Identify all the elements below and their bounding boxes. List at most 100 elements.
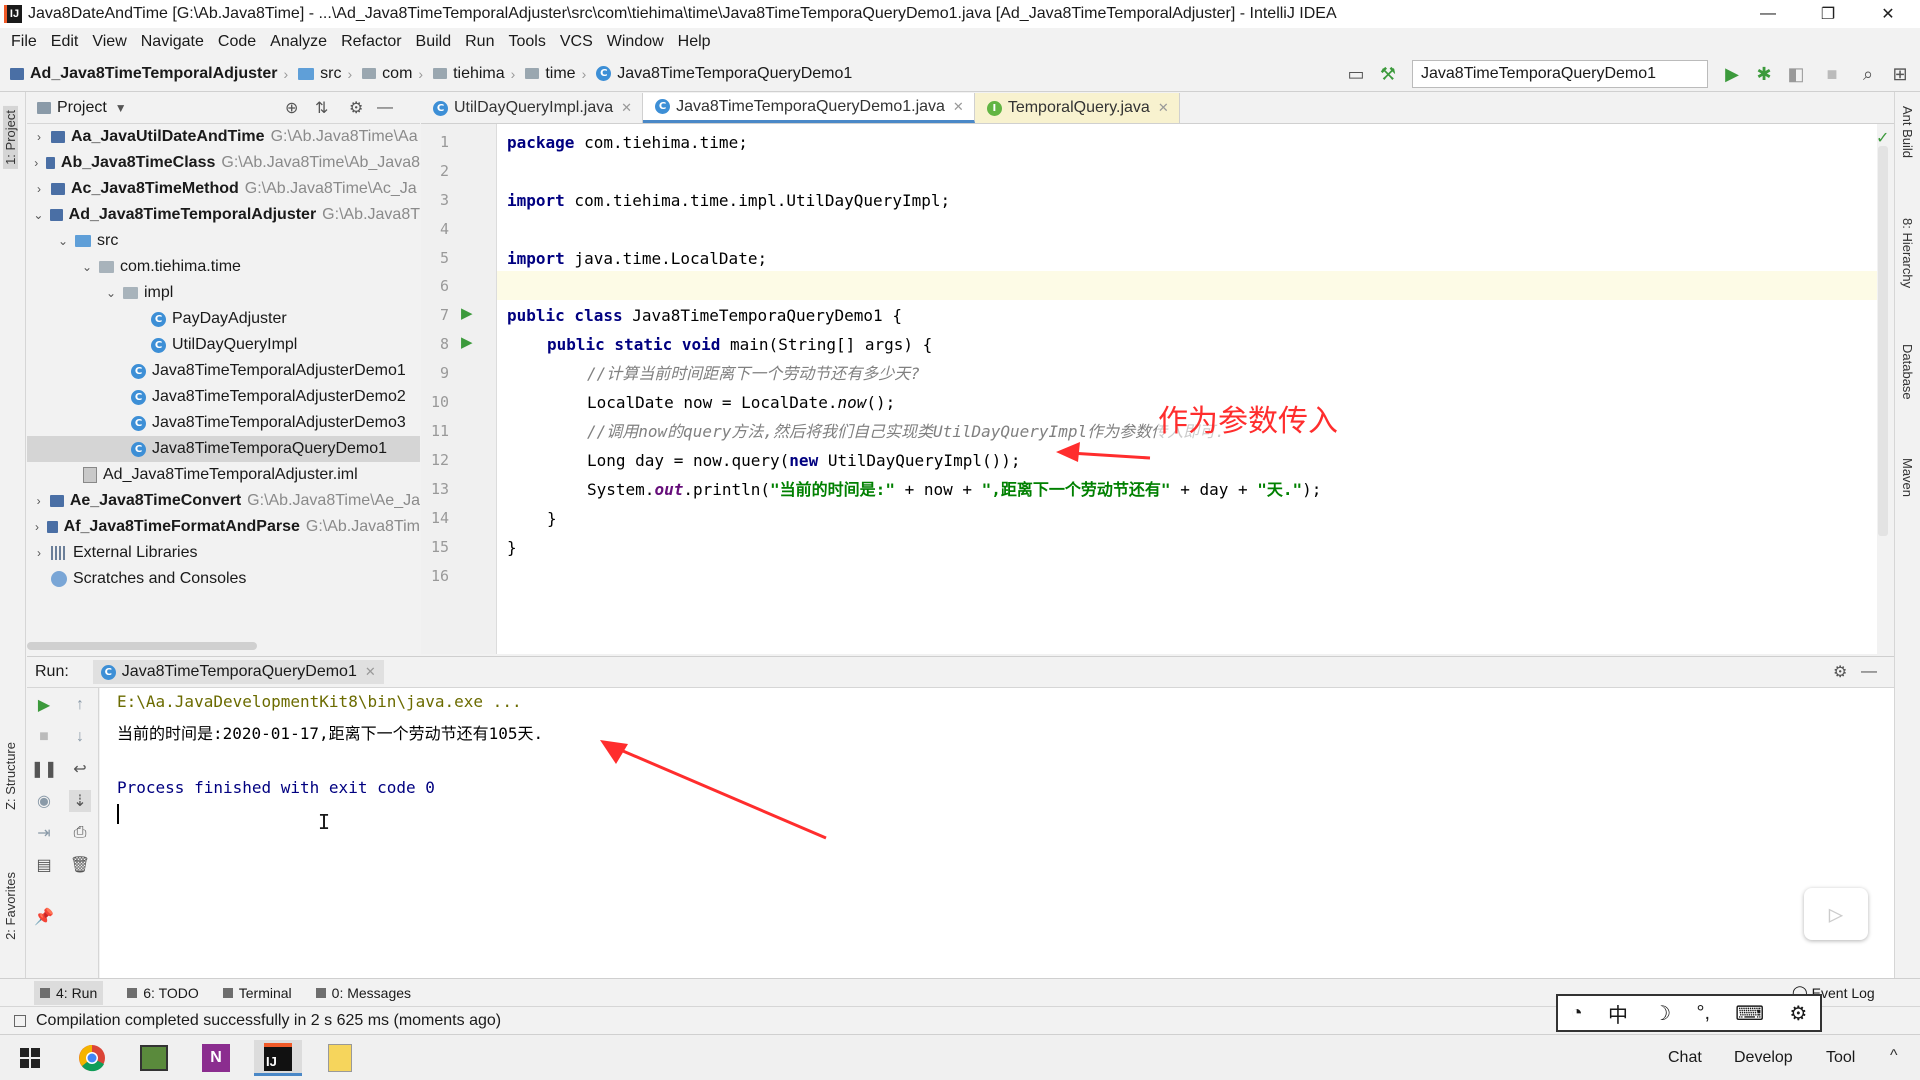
breadcrumb-time[interactable]: time › bbox=[525, 65, 592, 83]
chrome-icon[interactable] bbox=[68, 1040, 116, 1076]
tree-item-package[interactable]: ⌄ com.tiehima.time bbox=[27, 254, 420, 280]
horizontal-scrollbar[interactable] bbox=[27, 642, 257, 650]
menu-tools[interactable]: Tools bbox=[508, 33, 545, 51]
collapse-all-icon[interactable]: ⇅ bbox=[315, 98, 328, 118]
tool-tab-messages[interactable]: 0: Messages bbox=[315, 985, 411, 1001]
status-icon[interactable] bbox=[14, 1014, 26, 1027]
tree-item-scratches[interactable]: Scratches and Consoles bbox=[27, 566, 420, 592]
scroll-to-end-icon[interactable]: ⇣ bbox=[69, 790, 91, 812]
tree-item-class[interactable]: C UtilDayQueryImpl bbox=[27, 332, 420, 358]
tab-temporalquery[interactable]: I TemporalQuery.java ✕ bbox=[974, 93, 1180, 123]
tool-tab-todo[interactable]: 6: TODO bbox=[127, 985, 199, 1001]
menu-refactor[interactable]: Refactor bbox=[341, 33, 401, 51]
chevron-down-icon[interactable]: ⌄ bbox=[79, 260, 95, 274]
project-tool-tab[interactable]: 1: Project bbox=[3, 106, 18, 169]
chevron-down-icon[interactable]: ⌄ bbox=[103, 286, 119, 300]
breadcrumb-class[interactable]: C Java8TimeTemporaQueryDemo1 bbox=[596, 65, 852, 83]
chevron-down-icon[interactable]: ⌄ bbox=[55, 234, 71, 248]
minimize-button[interactable]: — bbox=[1740, 0, 1796, 28]
ime-logo-icon[interactable]: ◔ bbox=[1571, 1002, 1583, 1025]
tree-item-module[interactable]: › Ae_Java8TimeConvert G:\Ab.Java8Time\Ae_J… bbox=[27, 488, 420, 514]
console-output[interactable]: E:\Aa.JavaDevelopmentKit8\bin\java.exe .… bbox=[100, 688, 1894, 978]
chevron-right-icon[interactable]: › bbox=[31, 182, 47, 196]
menu-navigate[interactable]: Navigate bbox=[141, 33, 204, 51]
tree-item-class[interactable]: C Java8TimeTemporalAdjusterDemo1 bbox=[27, 358, 420, 384]
menu-help[interactable]: Help bbox=[678, 33, 711, 51]
chevron-right-icon[interactable]: › bbox=[31, 156, 42, 170]
play-overlay-icon[interactable]: ▷ bbox=[1804, 888, 1868, 940]
menu-window[interactable]: Window bbox=[607, 33, 664, 51]
tool-tab-terminal[interactable]: Terminal bbox=[222, 985, 292, 1001]
taskbar-tool[interactable]: Tool bbox=[1826, 1049, 1855, 1067]
onenote-icon[interactable]: N bbox=[192, 1040, 240, 1076]
project-panel-title[interactable]: Project bbox=[57, 99, 107, 117]
tab-java8timetemporaquerydemo1[interactable]: C Java8TimeTemporaQueryDemo1.java ✕ bbox=[643, 93, 975, 123]
menu-file[interactable]: File bbox=[11, 33, 37, 51]
favorites-tool-tab[interactable]: 2: Favorites bbox=[3, 872, 18, 940]
breadcrumb-tiehima[interactable]: tiehima › bbox=[433, 65, 521, 83]
breadcrumb-src[interactable]: src › bbox=[298, 65, 358, 83]
up-arrow-icon[interactable]: ↑ bbox=[69, 694, 91, 716]
tree-item-module[interactable]: › Af_Java8TimeFormatAndParse G:\Ab.Java8Ti… bbox=[27, 514, 420, 540]
ime-chinese-mode[interactable]: 中 bbox=[1608, 999, 1628, 1028]
run-icon[interactable]: ▶ bbox=[1720, 62, 1744, 86]
close-tab-icon[interactable]: ✕ bbox=[365, 664, 376, 680]
chevron-down-icon[interactable]: ⌄ bbox=[31, 208, 46, 222]
run-gutter-icon[interactable]: ▶ bbox=[461, 333, 473, 351]
tree-item-class[interactable]: C Java8TimeTemporalAdjusterDemo3 bbox=[27, 410, 420, 436]
tree-item-package[interactable]: ⌄ impl bbox=[27, 280, 420, 306]
tree-item-class[interactable]: C Java8TimeTemporalAdjusterDemo2 bbox=[27, 384, 420, 410]
down-arrow-icon[interactable]: ↓ bbox=[69, 726, 91, 748]
locate-icon[interactable]: ⊕ bbox=[285, 98, 298, 118]
tree-item-module[interactable]: › Ac_Java8TimeMethod G:\Ab.Java8Time\Ac_Ja bbox=[27, 176, 420, 202]
ime-punctuation-icon[interactable]: °, bbox=[1696, 1002, 1710, 1025]
stop-icon[interactable]: ■ bbox=[33, 726, 55, 748]
print-icon[interactable]: ⎙ bbox=[69, 822, 91, 844]
editor-scrollbar[interactable] bbox=[1878, 146, 1888, 536]
menu-code[interactable]: Code bbox=[218, 33, 256, 51]
chevron-right-icon[interactable]: › bbox=[31, 546, 47, 560]
menu-analyze[interactable]: Analyze bbox=[270, 33, 327, 51]
layout-icon[interactable]: ▤ bbox=[33, 854, 55, 876]
search-icon[interactable]: ⌕ bbox=[1856, 62, 1880, 86]
tree-item-module[interactable]: ⌄ Ad_Java8TimeTemporalAdjuster G:\Ab.Java8… bbox=[27, 202, 420, 228]
gear-icon[interactable]: ⚙ bbox=[1833, 662, 1847, 682]
tree-item-module[interactable]: › Aa_JavaUtilDateAndTime G:\Ab.Java8Time\A… bbox=[27, 124, 420, 150]
tree-item-class[interactable]: C PayDayAdjuster bbox=[27, 306, 420, 332]
tree-item-class-selected[interactable]: C Java8TimeTemporaQueryDemo1 bbox=[27, 436, 420, 462]
chevron-right-icon[interactable]: › bbox=[31, 130, 47, 144]
gear-icon[interactable]: ⚙ bbox=[349, 98, 363, 118]
close-tab-icon[interactable]: ✕ bbox=[621, 100, 632, 116]
ime-moon-icon[interactable]: ☽ bbox=[1653, 1001, 1671, 1026]
coverage-icon[interactable]: ◧ bbox=[1784, 62, 1808, 86]
ant-build-tool-tab[interactable]: Ant Build bbox=[1900, 106, 1915, 158]
exit-icon[interactable]: ⇥ bbox=[33, 822, 55, 844]
chevron-right-icon[interactable]: › bbox=[31, 494, 46, 508]
hide-panel-icon[interactable]: — bbox=[1861, 663, 1877, 681]
run-tab[interactable]: C Java8TimeTemporaQueryDemo1 ✕ bbox=[92, 660, 384, 684]
restore-button[interactable]: ❐ bbox=[1800, 0, 1856, 28]
close-tab-icon[interactable]: ✕ bbox=[1158, 100, 1169, 116]
maven-tool-tab[interactable]: Maven bbox=[1900, 458, 1915, 497]
menu-vcs[interactable]: VCS bbox=[560, 33, 593, 51]
app-icon[interactable] bbox=[130, 1040, 178, 1076]
ime-settings-icon[interactable]: ⚙ bbox=[1789, 1001, 1807, 1026]
layout-icon[interactable]: ▭ bbox=[1344, 62, 1368, 86]
chevron-up-icon[interactable]: ^ bbox=[1890, 1047, 1898, 1065]
menu-run[interactable]: Run bbox=[465, 33, 494, 51]
rerun-icon[interactable]: ▶ bbox=[33, 694, 55, 716]
windows-start-icon[interactable] bbox=[6, 1040, 54, 1076]
breadcrumb-module[interactable]: Ad_Java8TimeTemporalAdjuster › bbox=[10, 65, 294, 83]
tree-item-module[interactable]: › Ab_Java8TimeClass G:\Ab.Java8Time\Ab_Jav… bbox=[27, 150, 420, 176]
menu-edit[interactable]: Edit bbox=[51, 33, 79, 51]
menu-view[interactable]: View bbox=[92, 33, 126, 51]
trash-icon[interactable]: 🗑 bbox=[69, 854, 91, 876]
inspection-ok-icon[interactable]: ✓ bbox=[1876, 128, 1889, 148]
intellij-taskbar-icon[interactable]: IJ bbox=[254, 1040, 302, 1076]
more-icon[interactable]: ⊞ bbox=[1888, 62, 1912, 86]
camera-icon[interactable]: ◉ bbox=[33, 790, 55, 812]
tree-item-libraries[interactable]: › External Libraries bbox=[27, 540, 420, 566]
dropdown-arrow-icon[interactable]: ▼ bbox=[115, 101, 127, 115]
menu-build[interactable]: Build bbox=[416, 33, 452, 51]
breadcrumb-com[interactable]: com › bbox=[362, 65, 429, 83]
